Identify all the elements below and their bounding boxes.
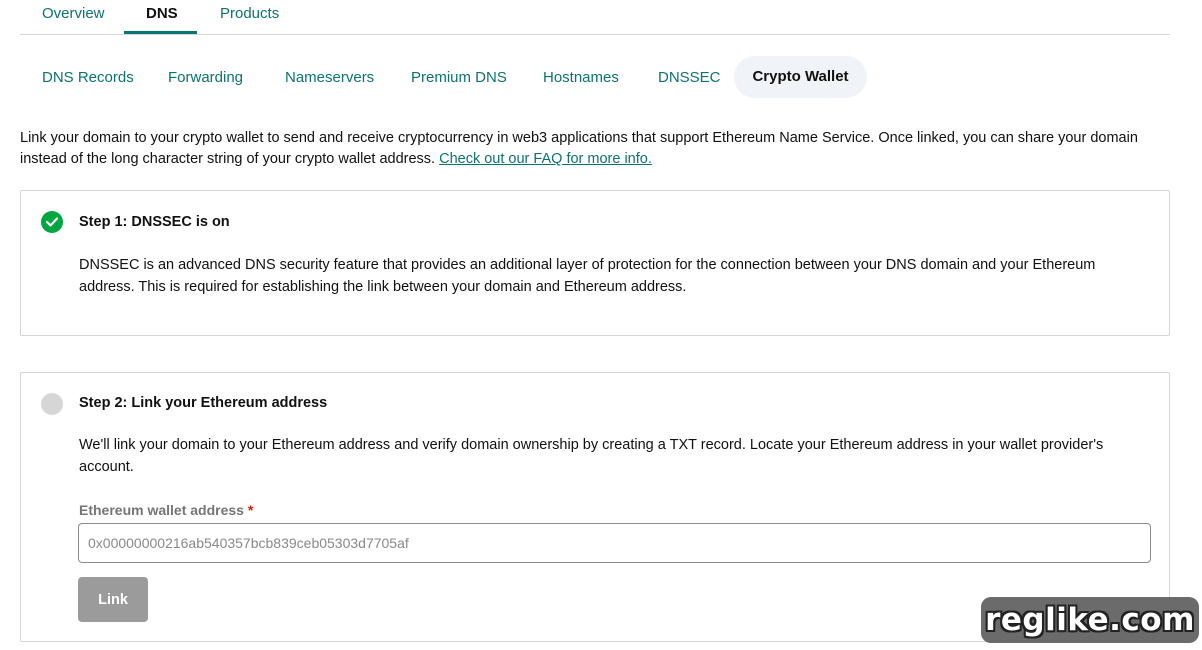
step1-description: DNSSEC is an advanced DNS security featu… xyxy=(79,257,1096,295)
wallet-address-input[interactable] xyxy=(78,523,1151,563)
subtab-premium-dns[interactable]: Premium DNS xyxy=(411,69,507,86)
intro-paragraph: Link your domain to your crypto wallet t… xyxy=(20,128,1170,170)
tab-dns[interactable]: DNS xyxy=(146,5,178,22)
subtab-dnssec[interactable]: DNSSEC xyxy=(658,69,721,86)
pending-circle-icon xyxy=(41,393,63,415)
step2-title: Step 2: Link your Ethereum address xyxy=(79,395,328,411)
step2-description: We'll link your domain to your Ethereum … xyxy=(79,437,1104,475)
tab-products[interactable]: Products xyxy=(220,5,279,22)
subtab-nameservers[interactable]: Nameservers xyxy=(285,69,374,86)
subtab-dns-records[interactable]: DNS Records xyxy=(42,69,134,86)
wallet-address-label: Ethereum wallet address * xyxy=(79,502,253,518)
tab-overview[interactable]: Overview xyxy=(42,5,105,22)
wallet-address-label-text: Ethereum wallet address xyxy=(79,502,244,518)
required-asterisk: * xyxy=(247,502,254,518)
subtab-crypto-wallet[interactable]: Crypto Wallet xyxy=(734,56,867,98)
top-tab-bar: Overview DNS Products xyxy=(20,0,1170,35)
link-button[interactable]: Link xyxy=(78,577,148,622)
subtab-hostnames[interactable]: Hostnames xyxy=(543,69,619,86)
step1-title: Step 1: DNSSEC is on xyxy=(79,214,230,230)
watermark-logo: reglike.com xyxy=(981,597,1199,643)
active-tab-indicator xyxy=(124,31,197,34)
subtab-forwarding[interactable]: Forwarding xyxy=(168,69,243,86)
check-circle-icon xyxy=(41,211,63,233)
step1-card: Step 1: DNSSEC is on DNSSEC is an advanc… xyxy=(20,190,1170,336)
faq-link[interactable]: Check out our FAQ for more info. xyxy=(439,151,652,167)
